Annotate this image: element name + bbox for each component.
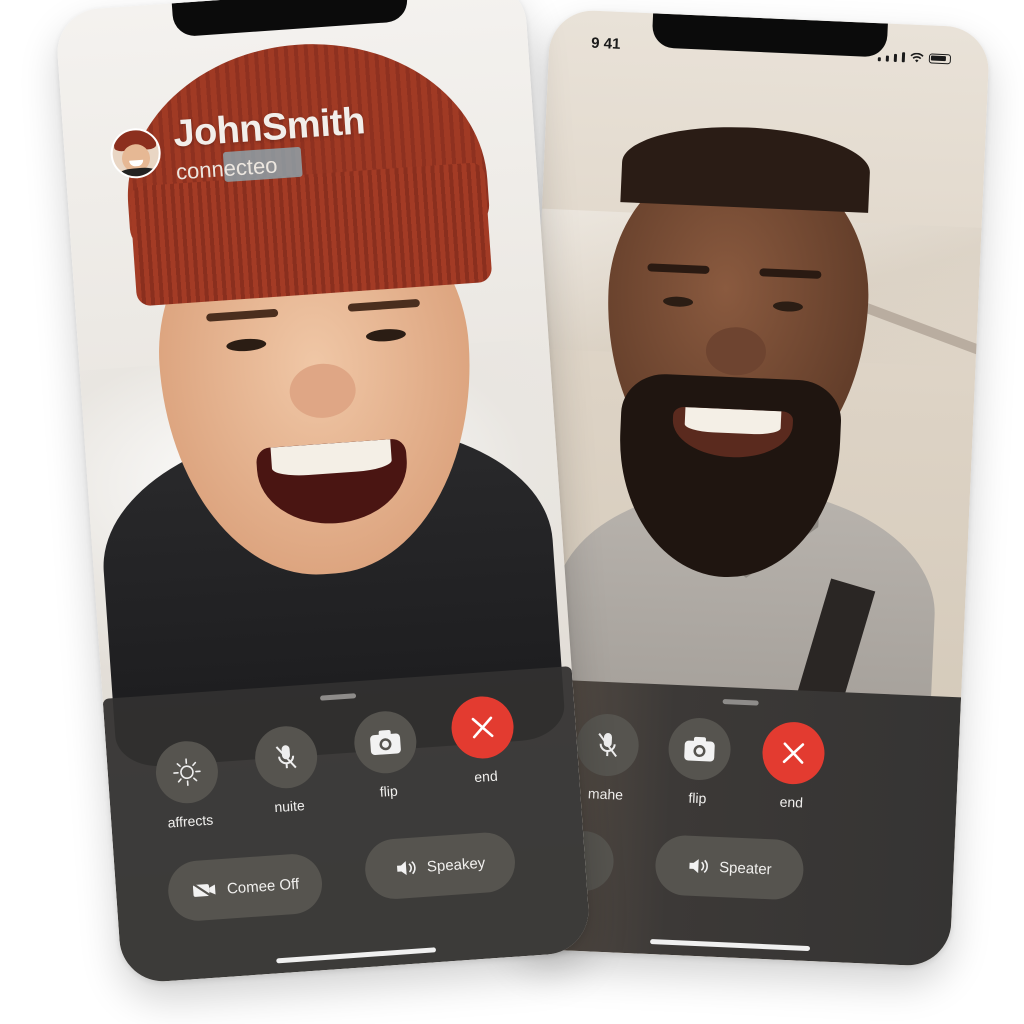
end-label: end [473,767,499,786]
mute-button[interactable] [575,712,640,778]
signal-bar [901,52,906,63]
signal-bar [885,55,889,62]
call-controls-panel: affrects nuite flip end Comee Off Speake… [102,666,592,985]
home-indicator[interactable] [650,939,811,952]
end-control[interactable]: end [449,694,517,786]
signal-icon [877,57,881,62]
speaker-icon [396,861,416,876]
hair [620,122,872,213]
effects-label: affrects [167,811,214,831]
video-feed-remote [520,9,990,797]
speaker-pill[interactable]: Speakey [363,830,518,901]
avatar [108,126,163,180]
camera-flip-icon [370,730,401,756]
flip-control[interactable]: flip [666,716,732,808]
pill-label: Speakey [426,854,486,876]
effects-control[interactable]: affrects [153,739,222,831]
end-call-button[interactable] [449,694,516,761]
mute-label: mahe [587,785,624,803]
flip-button[interactable] [352,709,419,776]
close-x-icon [471,716,494,739]
avatar-body [117,166,159,180]
pill-label: Speater [718,858,773,878]
home-indicator[interactable] [276,947,437,964]
mute-button[interactable] [253,724,320,791]
caller-info: JohnSmith connecteo [172,100,368,185]
close-x-icon [782,742,805,764]
wifi-icon [910,52,924,63]
teeth [684,407,782,436]
end-call-button[interactable] [761,720,826,786]
speaker-icon [689,859,708,874]
status-time: 9 41 [590,34,621,53]
end-control[interactable]: end [760,720,826,812]
effects-button[interactable] [153,739,221,806]
mic-muted-icon [598,733,617,758]
camera-off-pill[interactable]: Comee Off [166,852,325,923]
flip-button[interactable] [667,716,732,782]
sparkle-effects-icon [173,758,201,786]
end-label: end [779,793,804,811]
mic-muted-icon [275,745,297,769]
panel-grabber[interactable] [722,699,759,706]
mute-control[interactable]: mahe [574,712,640,804]
mute-control[interactable]: nuite [253,724,321,816]
front-phone: JohnSmith connecteo affrects nuite flip … [54,0,592,985]
signal-bar [893,53,898,62]
mute-label: nuite [273,797,306,816]
pill-label: Comee Off [226,875,300,898]
battery-icon [928,53,952,65]
speaker-pill[interactable]: Speater [654,834,805,901]
flip-label: flip [688,789,707,807]
camera-off-icon [190,882,216,899]
flip-label: flip [379,782,399,800]
panel-grabber[interactable] [319,693,357,701]
camera-flip-icon [684,736,715,762]
flip-control[interactable]: flip [352,709,420,801]
